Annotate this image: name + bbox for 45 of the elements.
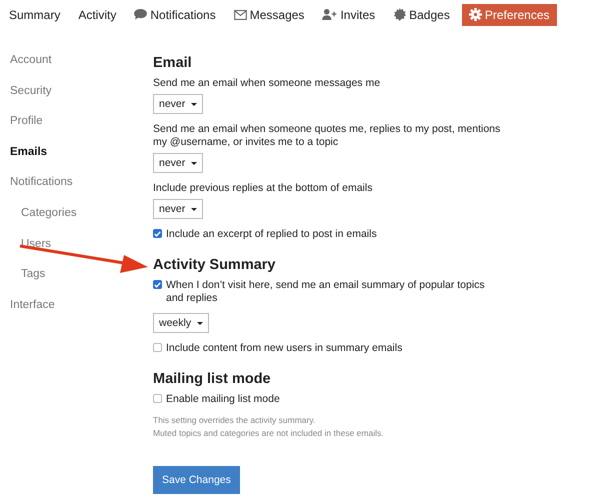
checkbox[interactable] (153, 343, 162, 352)
checkbox-label: Include an excerpt of replied to post in emails (166, 228, 378, 241)
sidebar-item[interactable]: Emails (10, 144, 153, 176)
frequency-dropdown[interactable]: never (153, 153, 204, 173)
setting-label: Send me an email when someone messages me (153, 77, 382, 90)
speech-bubble-icon (134, 9, 148, 20)
checkbox-label: When I don’t visit here, send me an email summary of popular topics and replies (166, 279, 486, 305)
sidebar-item[interactable]: Profile (10, 114, 153, 145)
section-heading: Email (153, 55, 193, 71)
section-heading: Activity Summary (153, 257, 276, 273)
checkbox-label: Enable mailing list mode (166, 393, 281, 406)
envelope-icon (234, 10, 247, 20)
frequency-dropdown[interactable]: never (153, 199, 204, 219)
nav-tab[interactable]: Messages (226, 4, 312, 24)
setting-label: Send me an email when someone quotes me, replies to my post, mentions my @username, or invites me to a topic (153, 123, 502, 149)
sidebar-item[interactable]: Tags (10, 267, 153, 298)
gear-icon (468, 8, 482, 21)
caret-icon (191, 162, 198, 164)
nav-tab[interactable]: Invites (314, 4, 384, 24)
save-button[interactable]: Save Changes (153, 466, 240, 494)
frequency-dropdown[interactable]: weekly (153, 313, 210, 333)
help-text: This setting overrides the activity summary. (153, 414, 316, 427)
caret-icon (191, 208, 198, 210)
setting-label: Include previous replies at the bottom of emails (153, 182, 374, 195)
caret-icon (197, 322, 204, 324)
section-heading: Mailing list mode (153, 371, 272, 387)
sidebar-item[interactable]: Categories (10, 206, 153, 237)
nav-tab[interactable]: Summary (9, 4, 68, 24)
checkbox-label: Include content from new users in summary emails (166, 342, 404, 355)
caret-icon (191, 102, 198, 106)
nav-tab[interactable]: Preferences (462, 4, 557, 26)
frequency-dropdown[interactable]: never (153, 94, 204, 114)
checkbox[interactable] (153, 394, 162, 403)
checkbox[interactable] (153, 229, 162, 238)
badge-icon (393, 8, 406, 21)
nav-tab[interactable]: Activity (70, 4, 124, 24)
user-plus-icon (322, 9, 338, 20)
nav-tab[interactable]: Badges (385, 4, 458, 24)
help-text: Muted topics and categories are not included in these emails. (153, 427, 385, 440)
sidebar-item[interactable]: Interface (10, 298, 153, 328)
sidebar-item[interactable]: Notifications (10, 175, 153, 206)
checkbox[interactable] (153, 280, 162, 289)
sidebar-item[interactable]: Security (10, 84, 153, 114)
nav-tab[interactable]: Notifications (126, 4, 224, 24)
sidebar-item[interactable]: Account (10, 53, 153, 84)
